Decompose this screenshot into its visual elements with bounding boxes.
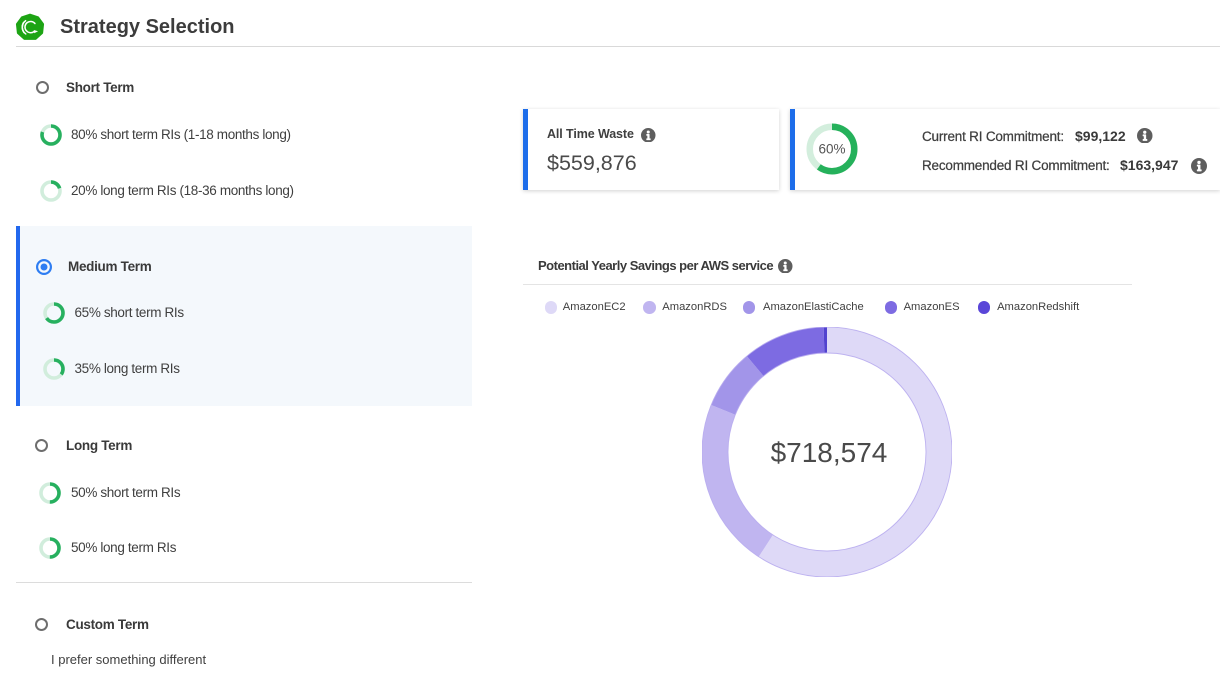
- svg-text:60%: 60%: [818, 142, 845, 157]
- svg-text:$718,574: $718,574: [771, 437, 888, 468]
